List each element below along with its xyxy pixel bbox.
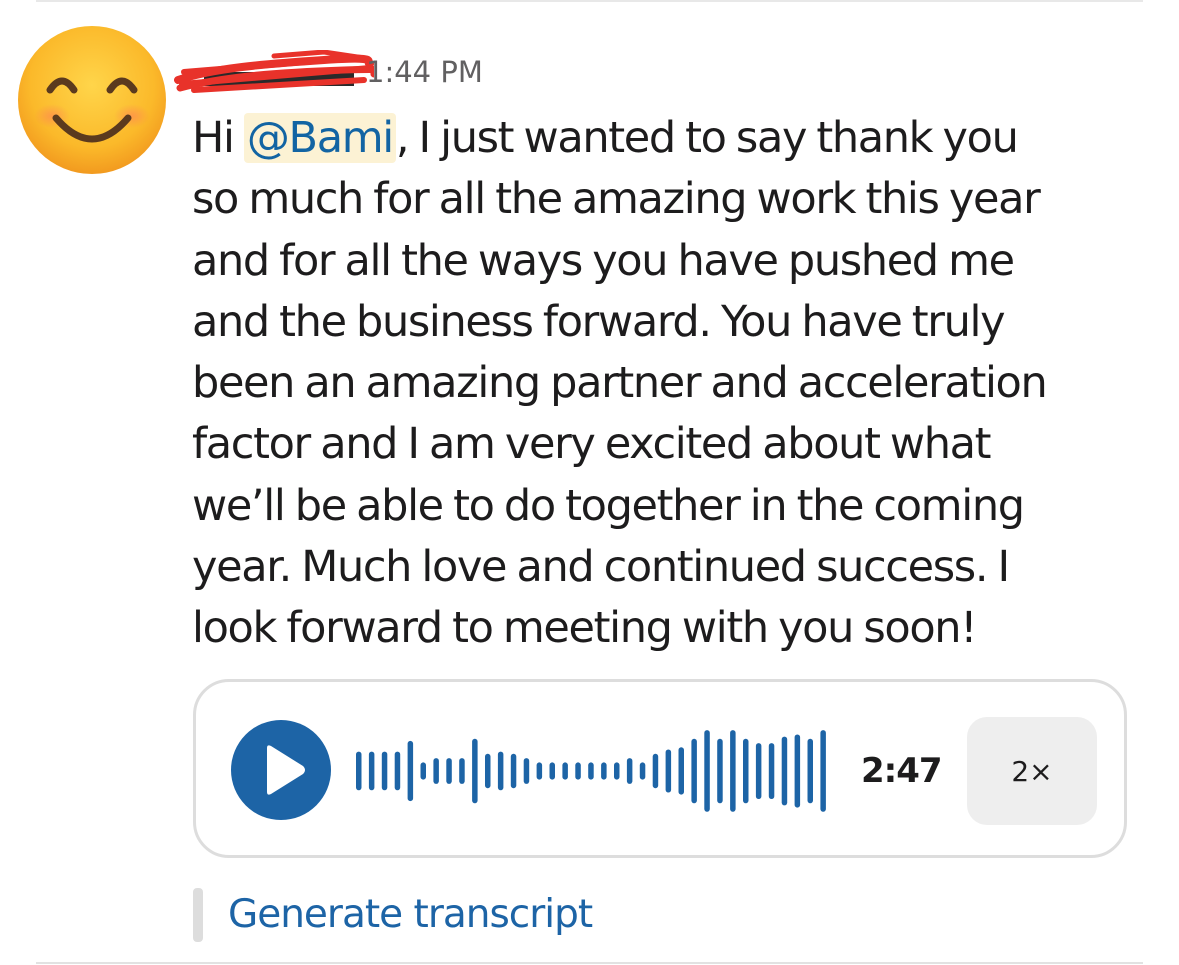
message-line: and the business forward. You have truly [192,296,1006,347]
waveform-bar [536,762,543,780]
play-button[interactable] [231,720,331,820]
waveform-bar [549,762,555,780]
audio-duration: 2:47 [861,751,943,791]
waveform-bar [433,758,439,784]
waveform-bar [614,762,620,780]
message-line: look forward to meeting with you soon! [192,603,977,654]
waveform-bar [497,751,504,791]
top-divider [36,0,1143,2]
waveform-bar [639,762,646,780]
transcript-quote-bar [193,888,203,942]
message-line: so much for all the amazing work this ye… [192,174,1041,225]
waveform-bar [368,751,375,791]
waveform-bar [575,762,581,780]
waveform-bar [768,743,775,799]
bottom-divider [36,962,1143,964]
waveform-bar [510,753,517,789]
playback-speed-label: 2× [1011,754,1053,788]
waveform-bar [356,751,362,791]
redacted-sender-name [174,50,374,93]
message-body: Hi @Bami, I just wanted to say thank you… [192,108,1147,660]
waveform-bar [743,738,749,804]
message-line: we’ll be able to do together in the comi… [192,480,1025,531]
playback-speed-button[interactable]: 2× [967,717,1097,825]
waveform-bar [781,736,788,806]
message-header: 1:44 PM [174,50,483,94]
waveform-bar [807,738,813,804]
greeting-text: Hi [192,113,244,163]
waveform-bar [407,740,414,802]
message-text: , I just wanted to say thank you [395,113,1019,163]
waveform-bar [717,738,723,804]
waveform-bar [485,753,491,789]
waveform-bar [820,730,826,812]
message-line: year. Much love and continued success. I [192,542,1010,593]
audio-waveform[interactable] [356,726,836,816]
waveform-bar [446,758,452,784]
waveform-bar [626,758,633,784]
waveform-bar [601,762,607,780]
audio-clip-player: 2:47 2× [193,679,1127,858]
waveform-bar [459,758,465,784]
waveform-bar [394,751,401,791]
waveform-bar [704,730,710,812]
message-line: and for all the ways you have pushed me [192,235,1015,286]
waveform-bar [472,738,478,804]
waveform-bar [562,762,568,780]
waveform-bar [652,753,659,789]
message-timestamp[interactable]: 1:44 PM [366,50,483,94]
smiling-face-emoji-icon [18,26,166,174]
message-line: factor and I am very excited about what [192,419,991,470]
generate-transcript-link[interactable]: Generate transcript [228,890,593,940]
message-line: Hi @Bami, I just wanted to say thank you [192,108,1147,169]
avatar[interactable] [16,24,168,176]
user-mention[interactable]: @Bami [243,113,396,163]
waveform-bar [523,758,530,784]
waveform-bar [381,751,388,791]
waveform-bar [691,738,697,804]
waveform-bar [665,749,672,793]
waveform-bar [730,730,736,812]
waveform-bar [588,762,594,780]
play-icon [267,745,305,795]
waveform-bar [678,747,684,795]
waveform-bar [420,762,426,780]
waveform-bar [755,743,762,799]
waveform-bar [794,734,801,808]
message-line: been an amazing partner and acceleration [192,358,1048,409]
